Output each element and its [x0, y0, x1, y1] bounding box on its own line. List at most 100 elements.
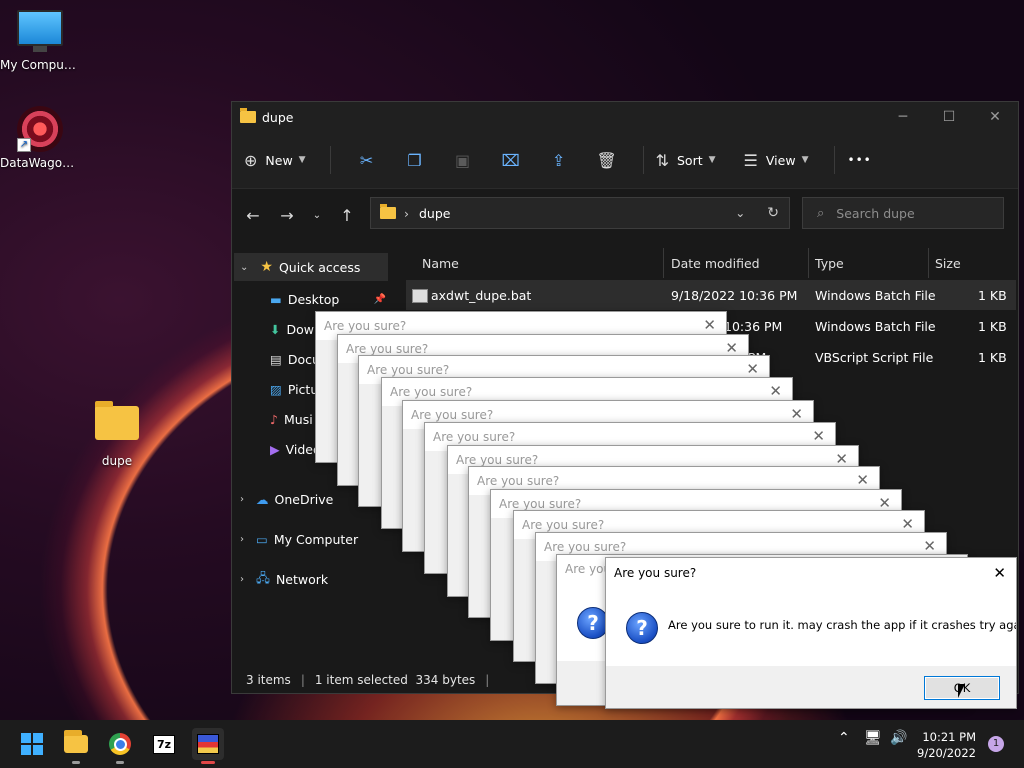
share-icon: ⇪	[551, 150, 566, 170]
datawagon-logo-icon: ↗	[17, 106, 63, 152]
nav-quick-access[interactable]: ⌄ ★ Quick access	[234, 253, 388, 281]
chevron-down-icon: ▼	[298, 155, 306, 165]
forward-arrow-icon[interactable]: →	[270, 206, 304, 225]
column-header-label: Name	[422, 255, 459, 271]
window-titlebar[interactable]: dupe ─ ☐ ✕	[232, 102, 1018, 132]
close-button[interactable]: ✕	[972, 109, 1018, 125]
nav-network[interactable]: › 🖧 Network	[240, 565, 390, 593]
desktop-icon: ▬	[270, 291, 282, 307]
nav-label: Dow	[286, 321, 314, 337]
taskbar-chrome[interactable]	[104, 728, 136, 764]
column-header-type[interactable]: Type	[815, 248, 844, 278]
7zip-icon: 7z	[152, 734, 176, 754]
share-button[interactable]: ⇪	[535, 144, 583, 176]
question-icon: ?	[626, 612, 658, 644]
dialog-close-icon[interactable]: ✕	[856, 471, 869, 489]
cloud-icon: ☁	[256, 491, 269, 507]
toolbar-divider	[642, 146, 644, 174]
dialog-close-icon[interactable]: ✕	[993, 564, 1006, 582]
more-options-button[interactable]: •••	[847, 144, 871, 176]
nav-desktop[interactable]: ▬ Desktop 📌	[270, 285, 390, 313]
dialog-close-icon[interactable]: ✕	[812, 427, 825, 445]
status-selection: 1 item selected 334 bytes	[314, 673, 476, 687]
refresh-icon[interactable]: ↻	[767, 205, 779, 221]
recent-chevron-icon[interactable]: ⌄	[304, 210, 330, 221]
nav-my-computer[interactable]: › ▭ My Computer	[240, 525, 390, 553]
taskbar-clock[interactable]: 10:21 PM 9/20/2022	[912, 729, 976, 761]
start-button[interactable]	[16, 728, 48, 760]
command-bar: ⊕ New ▼ ✂ ❐ ▣ ⌧ ⇪ 🗑 ⇅ Sort ▼ ☰ View ▼ ••…	[232, 132, 1018, 189]
column-divider[interactable]	[808, 248, 809, 278]
taskbar-file-explorer[interactable]	[60, 728, 92, 764]
table-row[interactable]: axdwt_dupe.bat 9/18/2022 10:36 PM Window…	[406, 280, 1016, 310]
taskbar-7zip[interactable]: 7z	[148, 728, 180, 760]
windows-logo-icon	[21, 733, 43, 755]
column-header-size[interactable]: Size	[935, 248, 961, 278]
dialog-close-icon[interactable]: ✕	[769, 382, 782, 400]
dialog-message: Are you sure to run it. may crash the ap…	[668, 618, 1017, 632]
nav-label: Quick access	[278, 259, 361, 275]
window-title: dupe	[262, 109, 294, 125]
notification-badge[interactable]: 1	[988, 736, 1004, 752]
view-button[interactable]: ☰ View ▼	[744, 144, 809, 176]
delete-button[interactable]: 🗑	[583, 144, 631, 176]
nav-label: OneDrive	[274, 491, 334, 507]
column-divider[interactable]	[663, 248, 664, 278]
file-name: axdwt_dupe.bat	[431, 288, 532, 303]
column-divider[interactable]	[928, 248, 929, 278]
download-icon: ⬇	[270, 321, 281, 337]
address-bar[interactable]: › dupe ⌄ ↻	[370, 197, 790, 229]
sort-button[interactable]: ⇅ Sort ▼	[656, 144, 716, 176]
more-dots-icon: •••	[847, 153, 872, 167]
column-header-date[interactable]: Date modified	[671, 248, 760, 278]
cut-button[interactable]: ✂	[343, 144, 391, 176]
dialog-close-icon[interactable]: ✕	[703, 316, 716, 334]
clock-date: 9/20/2022	[917, 746, 976, 760]
sort-indicator-icon: ⌃	[536, 248, 545, 255]
back-arrow-icon[interactable]: ←	[236, 206, 270, 225]
copy-icon: ❐	[407, 150, 422, 170]
status-item-count: 3 items	[246, 673, 291, 687]
plus-circle-icon: ⊕	[244, 150, 258, 170]
batch-app-icon	[197, 734, 219, 754]
search-input[interactable]: ⌕ Search dupe	[802, 197, 1004, 229]
column-header-label: Size	[935, 255, 961, 271]
chevron-down-icon: ⌄	[240, 261, 249, 273]
network-status-icon[interactable]: 🖥	[864, 730, 882, 746]
dialog-close-icon[interactable]: ✕	[923, 537, 936, 555]
file-size: 1 KB	[978, 350, 1007, 365]
desktop-icon-datawagon[interactable]: ↗ DataWagon...	[0, 106, 80, 170]
dialog-title[interactable]: Are you sure?	[606, 558, 1016, 588]
desktop-icon-dupe-folder[interactable]: dupe	[77, 401, 157, 468]
monitor-icon	[17, 10, 63, 52]
confirm-dialog-front: Are you sure? ✕ ? Are you sure to run it…	[605, 557, 1017, 709]
chevron-down-icon: ▼	[708, 155, 716, 165]
taskbar-batch-app[interactable]	[192, 728, 224, 764]
dialog-close-icon[interactable]: ✕	[790, 405, 803, 423]
up-arrow-icon[interactable]: ↑	[330, 206, 364, 225]
paste-button[interactable]: ▣	[439, 144, 487, 176]
minimize-button[interactable]: ─	[880, 109, 926, 125]
desktop-icon-label: DataWagon...	[0, 156, 80, 170]
folder-icon	[95, 401, 139, 440]
dialog-close-icon[interactable]: ✕	[901, 515, 914, 533]
chevron-up-icon[interactable]: ⌃	[838, 730, 850, 746]
address-dropdown-icon[interactable]: ⌄	[735, 206, 745, 220]
column-header-name[interactable]: Name	[422, 248, 459, 278]
rename-button[interactable]: ⌧	[487, 144, 535, 176]
copy-button[interactable]: ❐	[391, 144, 439, 176]
chrome-icon	[109, 733, 131, 755]
toolbar-divider	[329, 146, 331, 174]
new-button[interactable]: ⊕ New ▼	[244, 144, 306, 176]
status-separator: |	[300, 673, 305, 687]
maximize-button[interactable]: ☐	[926, 109, 972, 125]
dialog-close-icon[interactable]: ✕	[746, 360, 759, 378]
dialog-body: ? Are you sure to run it. may crash the …	[606, 588, 1016, 666]
breadcrumb-dupe[interactable]: dupe	[419, 206, 450, 221]
file-size: 1 KB	[978, 319, 1007, 334]
volume-icon[interactable]: 🔊	[890, 730, 907, 746]
folder-icon	[64, 730, 88, 753]
desktop-icon-my-computer[interactable]: My Computer	[0, 10, 80, 72]
file-date: 10:36 PM	[724, 319, 783, 334]
running-indicator	[72, 761, 80, 764]
